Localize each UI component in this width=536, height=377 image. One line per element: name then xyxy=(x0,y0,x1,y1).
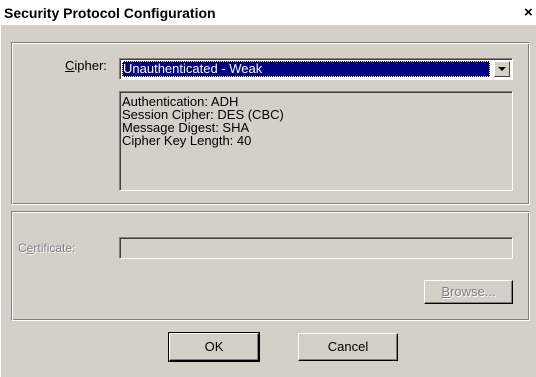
cipher-label: Cipher: xyxy=(65,58,107,73)
certificate-label: Certificate: xyxy=(18,241,75,255)
cipher-label-mnemonic: C xyxy=(65,58,75,73)
cipher-label-rest: ipher: xyxy=(74,58,107,73)
close-icon[interactable]: × xyxy=(524,3,536,22)
cipher-detail-key-length: Cipher Key Length: 40 xyxy=(122,133,252,148)
ok-button[interactable]: OK xyxy=(168,332,260,362)
certificate-group xyxy=(11,211,530,321)
chevron-down-icon xyxy=(498,67,506,71)
browse-button-mnemonic: B xyxy=(441,284,451,299)
dialog-body: Cipher: Unauthenticated - Weak Authentic… xyxy=(0,25,536,377)
cipher-details-box: Authentication: ADH Session Cipher: DES … xyxy=(119,91,513,191)
cipher-selected-value: Unauthenticated - Weak xyxy=(122,61,490,77)
certificate-label-rest: rtificate: xyxy=(33,241,76,255)
cipher-dropdown-button[interactable] xyxy=(494,61,510,77)
window-title: Security Protocol Configuration xyxy=(4,5,216,21)
certificate-field xyxy=(119,237,513,259)
cipher-dropdown[interactable]: Unauthenticated - Weak xyxy=(119,58,513,80)
browse-button-label: rowse... xyxy=(450,284,496,299)
title-bar: Security Protocol Configuration × xyxy=(0,0,536,25)
cancel-button[interactable]: Cancel xyxy=(298,333,398,361)
certificate-label-prefix: C xyxy=(18,241,27,255)
browse-button: Browse... xyxy=(424,280,513,304)
